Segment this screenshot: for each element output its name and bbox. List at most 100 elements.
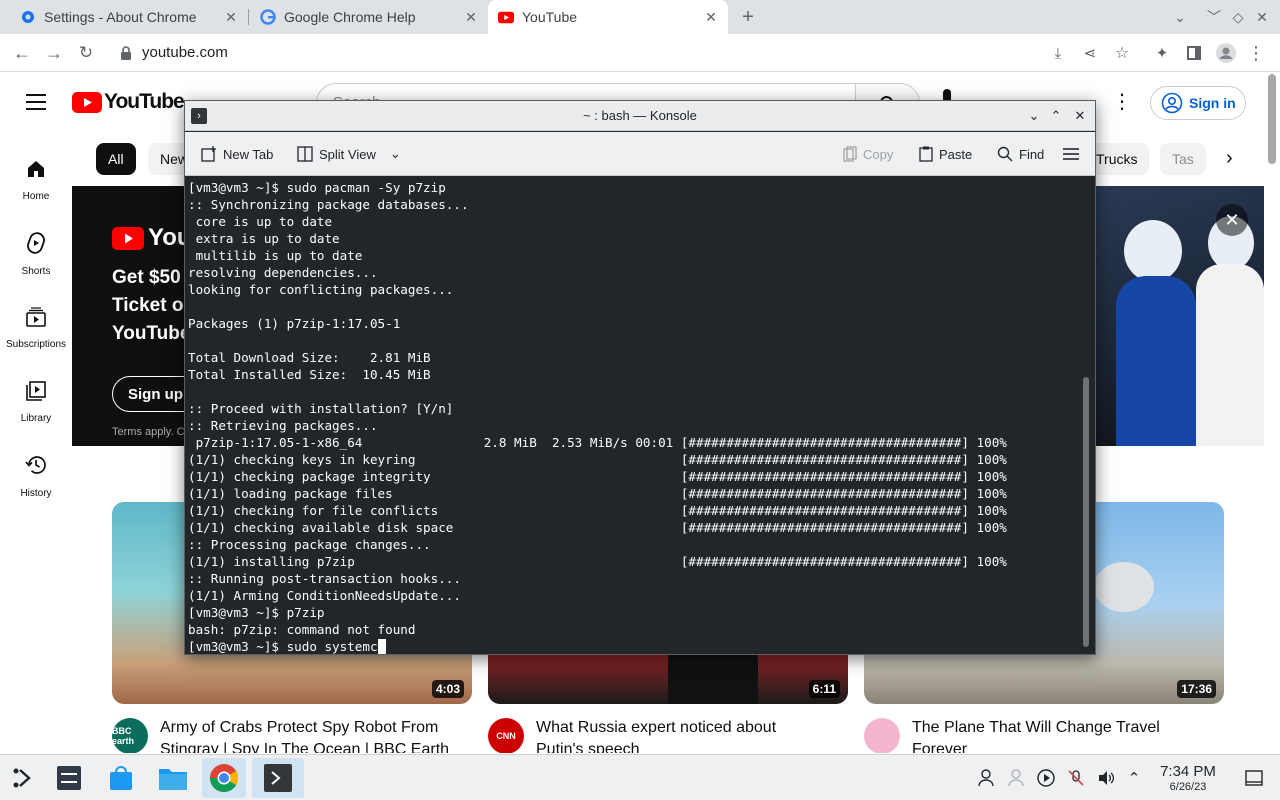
channel-avatar[interactable]: CNN xyxy=(488,718,524,753)
side-panel-icon[interactable] xyxy=(1182,41,1206,65)
video-title[interactable]: Army of Crabs Protect Spy Robot From Sti… xyxy=(160,717,449,753)
terminal-line: :: Processing package changes... xyxy=(188,537,431,552)
back-icon[interactable]: ← xyxy=(10,41,34,65)
show-desktop-icon[interactable] xyxy=(1244,768,1264,788)
hamburger-menu-icon[interactable] xyxy=(26,93,46,110)
lock-icon[interactable] xyxy=(114,41,138,65)
user-icon[interactable] xyxy=(976,768,996,788)
terminal-line: :: Retrieving packages... xyxy=(188,418,378,433)
new-tab-button[interactable]: New Tab xyxy=(201,144,273,164)
page-scrollbar[interactable] xyxy=(1268,74,1276,164)
chip-all[interactable]: All xyxy=(96,143,136,175)
sidebar-item-library[interactable]: Library xyxy=(0,365,72,439)
sidebar-item-shorts[interactable]: Shorts xyxy=(0,217,72,291)
tab-settings[interactable]: Settings - About Chrome ✕ xyxy=(0,0,248,34)
taskbar: ⌃ xyxy=(0,754,1280,800)
konsole-window: › ~ : bash — Konsole ⌄ ⌃ ✕ New Tab Split… xyxy=(184,100,1096,655)
konsole-titlebar[interactable]: › ~ : bash — Konsole ⌄ ⌃ ✕ xyxy=(185,101,1095,131)
tab-youtube[interactable]: YouTube ✕ xyxy=(488,0,728,34)
terminal-line: p7zip-1:17.05-1-x86_64 2.8 MiB 2.53 MiB/… xyxy=(188,435,1007,450)
discover-store-icon[interactable] xyxy=(104,761,138,795)
new-tab-icon xyxy=(201,146,216,162)
reload-icon[interactable]: ↻ xyxy=(74,41,98,65)
close-tab-icon[interactable]: ✕ xyxy=(462,8,480,26)
chrome-taskbar-icon[interactable] xyxy=(202,758,246,798)
terminal-line: resolving dependencies... xyxy=(188,265,378,280)
terminal-output[interactable]: [vm3@vm3 ~]$ sudo pacman -Sy p7zip:: Syn… xyxy=(185,177,1081,654)
tab-chrome-help[interactable]: Google Chrome Help ✕ xyxy=(240,0,488,34)
copy-button[interactable]: Copy xyxy=(843,144,893,164)
chip-tas[interactable]: Tas xyxy=(1160,143,1206,175)
network-user-icon[interactable] xyxy=(1006,768,1026,788)
terminal-line: (1/1) loading package files [###########… xyxy=(188,486,1007,501)
video-title[interactable]: The Plane That Will Change Travel Foreve… xyxy=(912,717,1160,753)
address-bar[interactable]: youtube.com xyxy=(142,44,228,61)
new-tab-icon[interactable]: + xyxy=(738,6,758,28)
terminal-line: (1/1) installing p7zip [################… xyxy=(188,554,1007,569)
sign-in-label: Sign in xyxy=(1189,95,1236,111)
find-button[interactable]: Find xyxy=(997,144,1044,164)
extensions-icon[interactable]: ✦ xyxy=(1150,41,1174,65)
application-launcher-icon[interactable] xyxy=(6,761,40,795)
terminal-prompt-line[interactable]: [vm3@vm3 ~]$ sudo systemc xyxy=(188,638,1081,654)
terminal-line: :: Running post-transaction hooks... xyxy=(188,571,461,586)
text-cursor xyxy=(377,639,386,654)
hamburger-menu-icon[interactable] xyxy=(1063,144,1079,164)
chevron-down-icon: ⌄ xyxy=(389,146,401,161)
media-player-icon[interactable] xyxy=(1036,768,1056,788)
youtube-logo[interactable]: YouTube xyxy=(72,90,185,114)
chips-next-chevron-icon[interactable]: › xyxy=(1226,147,1233,170)
digital-clock[interactable]: 7:34 PM 6/26/23 xyxy=(1152,764,1224,794)
chrome-menu-icon[interactable]: ⋮ xyxy=(1244,41,1268,65)
maximize-icon[interactable]: ⌃ xyxy=(1047,107,1065,125)
volume-icon[interactable] xyxy=(1096,768,1116,788)
banner-line: YouTube xyxy=(112,323,191,344)
youtube-play-icon xyxy=(72,91,102,113)
sidebar-item-home[interactable]: Home xyxy=(0,143,72,217)
terminal-line: core is up to date xyxy=(188,214,333,229)
youtube-settings-icon[interactable]: ⋮ xyxy=(1112,89,1132,114)
home-icon xyxy=(26,159,46,185)
terminal-line: (1/1) checking available disk space [###… xyxy=(188,520,1007,535)
restore-window-icon[interactable]: ◇ xyxy=(1228,7,1248,27)
sidebar-item-label: Home xyxy=(22,190,50,202)
split-view-button[interactable]: Split View ⌄ xyxy=(297,144,401,164)
file-manager-icon[interactable] xyxy=(156,761,190,795)
sidebar-item-label: Shorts xyxy=(21,265,51,277)
sidebar-item-history[interactable]: History xyxy=(0,439,72,513)
sign-in-button[interactable]: Sign in xyxy=(1150,86,1246,120)
paste-button[interactable]: Paste xyxy=(919,144,972,164)
paste-label: Paste xyxy=(939,146,973,162)
logo-text: YouTube xyxy=(104,90,185,113)
close-tab-icon[interactable]: ✕ xyxy=(222,8,240,26)
share-icon[interactable]: ⋖ xyxy=(1078,41,1102,65)
banner-close-icon[interactable]: ✕ xyxy=(1216,204,1248,236)
channel-avatar[interactable]: BBC earth xyxy=(112,718,148,753)
tab-search-chevron-icon[interactable]: ⌄ xyxy=(1170,7,1190,27)
profile-avatar-icon[interactable] xyxy=(1214,41,1238,65)
banner-terms: Terms apply. C xyxy=(112,426,185,438)
copy-label: Copy xyxy=(863,146,894,162)
forward-icon[interactable]: → xyxy=(42,41,66,65)
youtube-play-icon xyxy=(112,226,144,250)
channel-avatar[interactable] xyxy=(864,718,900,753)
microphone-muted-icon[interactable] xyxy=(1066,768,1086,788)
banner-logo: You xyxy=(112,224,192,252)
sidebar-item-subscriptions[interactable]: Subscriptions xyxy=(0,291,72,365)
video-title[interactable]: What Russia expert noticed about Putin's… xyxy=(536,717,776,753)
konsole-taskbar-icon[interactable] xyxy=(252,758,304,798)
close-icon[interactable]: ✕ xyxy=(1071,107,1089,125)
close-window-icon[interactable]: ✕ xyxy=(1252,7,1272,27)
terminal-line: multilib is up to date xyxy=(188,248,363,263)
install-icon[interactable]: ⤓ xyxy=(1046,41,1070,65)
system-settings-icon[interactable] xyxy=(52,761,86,795)
show-hidden-icons-chevron-icon[interactable]: ⌃ xyxy=(1124,768,1144,788)
video-title-line: Army of Crabs Protect Spy Robot From xyxy=(160,719,439,736)
bookmark-star-icon[interactable]: ☆ xyxy=(1110,41,1134,65)
close-tab-icon[interactable]: ✕ xyxy=(702,8,720,26)
minimize-window-icon[interactable]: ﹀ xyxy=(1204,7,1224,27)
minimize-icon[interactable]: ⌄ xyxy=(1025,107,1043,125)
terminal-scrollbar[interactable] xyxy=(1083,377,1089,647)
konsole-app-icon[interactable]: › xyxy=(191,108,207,124)
